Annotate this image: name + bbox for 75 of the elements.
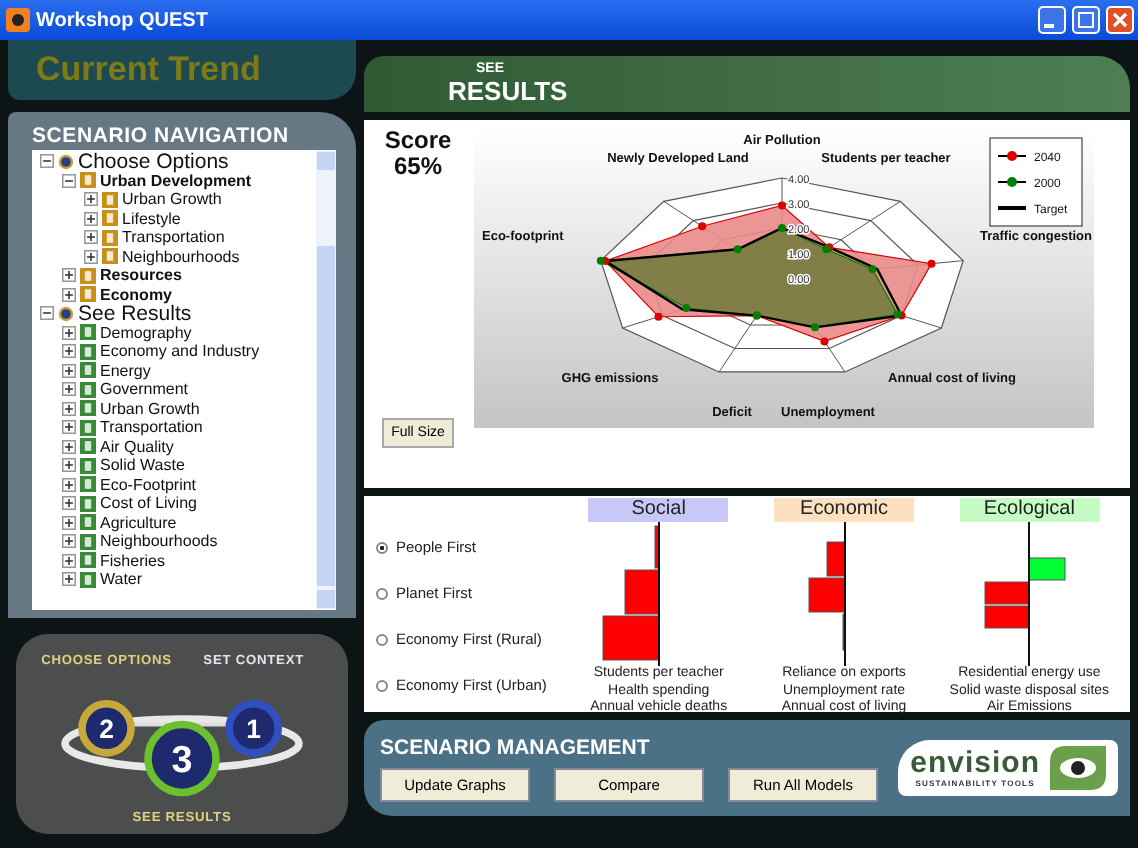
legend-marker (997, 151, 1027, 161)
expand-icon[interactable] (62, 344, 76, 359)
bar-chart-drawing (984, 522, 1067, 666)
expand-icon[interactable] (62, 382, 76, 397)
step-number: 1 (246, 713, 262, 744)
collapse-icon[interactable] (40, 154, 54, 169)
expand-icon[interactable] (62, 534, 76, 549)
expand-icon[interactable] (62, 477, 76, 492)
disc-icon (58, 153, 74, 170)
tree-item[interactable]: Water (100, 570, 143, 589)
tree-item[interactable]: Economy and Industry (100, 342, 260, 361)
panel-title: SCENARIO NAVIGATION (32, 124, 291, 148)
tree-item[interactable]: Demography (100, 323, 192, 342)
tree-item[interactable]: Solid Waste (100, 456, 185, 475)
steps-diagram-drawing[interactable] (61, 700, 303, 797)
tree-item[interactable]: Resources (100, 266, 182, 285)
tree-item[interactable]: Agriculture (100, 513, 177, 532)
eye-icon (1046, 746, 1106, 790)
panel-title: Current Trend (36, 50, 261, 90)
expand-icon[interactable] (62, 287, 76, 302)
category-header: Ecological (959, 498, 1100, 522)
score-value: 65% (393, 154, 443, 180)
tree-item[interactable]: Urban Growth (100, 399, 200, 418)
expand-icon[interactable] (62, 515, 76, 530)
expand-icon[interactable] (62, 268, 76, 283)
tree-item[interactable]: Fisheries (100, 551, 165, 570)
expand-icon[interactable] (62, 496, 76, 511)
app-icon (6, 8, 30, 32)
tree-item[interactable]: Energy (100, 361, 151, 380)
tree-item[interactable]: Neighbourhoods (122, 247, 240, 266)
tree-item[interactable]: Lifestyle (122, 209, 181, 228)
window-title: Workshop QUEST (36, 9, 208, 31)
collapse-icon[interactable] (62, 173, 76, 188)
tree-item[interactable]: Economy (100, 285, 173, 304)
tree-item[interactable]: See Results (78, 303, 192, 324)
legend-marker (997, 177, 1027, 187)
expand-icon[interactable] (84, 192, 98, 207)
expand-icon[interactable] (62, 553, 76, 568)
collapse-icon[interactable] (40, 306, 54, 321)
scrollbar[interactable] (316, 150, 336, 610)
maximize-button[interactable] (1072, 6, 1100, 34)
expand-icon[interactable] (62, 363, 76, 378)
tree-item[interactable]: Urban Development (100, 171, 252, 190)
tree-item[interactable]: Choose Options (78, 151, 229, 172)
step-number: 3 (171, 737, 193, 780)
step-number: 2 (99, 713, 114, 744)
minimize-button[interactable] (1038, 6, 1066, 34)
expand-icon[interactable] (62, 458, 76, 473)
bar-chart-drawing (807, 522, 847, 666)
tree-item[interactable]: Urban Growth (122, 190, 222, 209)
category-header: Social (588, 498, 729, 522)
panel-title: SCENARIO MANAGEMENT (380, 735, 652, 759)
tree-item[interactable]: Transportation (100, 418, 203, 437)
logo-wordmark: envision (910, 748, 1040, 778)
expand-icon[interactable] (62, 572, 76, 587)
expand-icon[interactable] (62, 325, 76, 340)
tree-item[interactable]: Neighbourhoods (100, 532, 218, 551)
tree-item[interactable]: Air Quality (100, 437, 174, 456)
score-label: Score (384, 128, 452, 154)
expand-icon[interactable] (84, 249, 98, 264)
expand-icon[interactable] (62, 420, 76, 435)
tree-item[interactable]: Transportation (122, 228, 225, 247)
close-button[interactable] (1106, 6, 1134, 34)
tree-item[interactable]: Government (100, 380, 189, 399)
expand-icon[interactable] (84, 211, 98, 226)
disc-icon (58, 305, 74, 322)
category-header: Economic (774, 498, 914, 522)
expand-icon[interactable] (62, 439, 76, 454)
legend-box (989, 137, 1083, 227)
panel-title: RESULTS (448, 78, 568, 106)
tree-item[interactable]: Cost of Living (100, 494, 197, 513)
expand-icon[interactable] (62, 401, 76, 416)
tree-item[interactable]: Eco-Footprint (100, 475, 197, 494)
bar-chart-drawing (601, 522, 662, 666)
expand-icon[interactable] (84, 230, 98, 245)
